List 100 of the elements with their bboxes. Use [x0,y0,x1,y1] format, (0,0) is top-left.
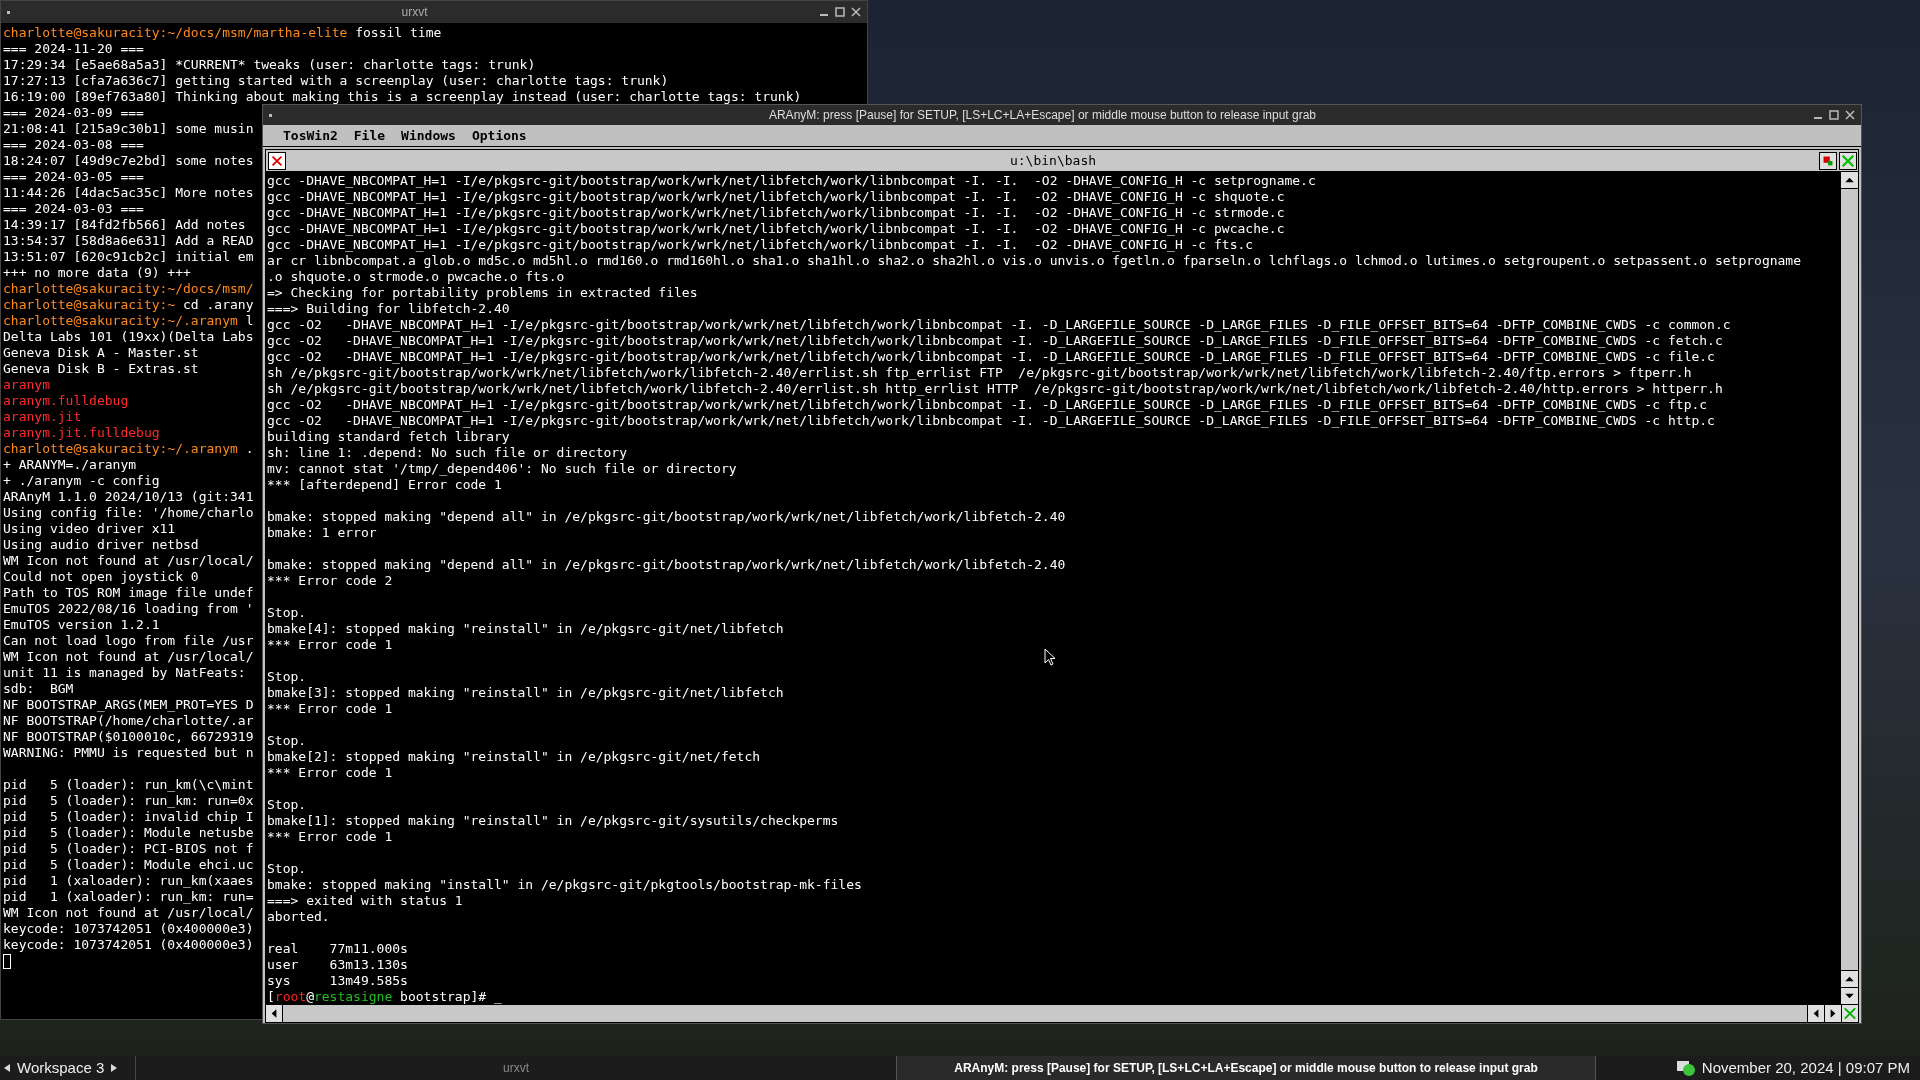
terminal-output: gcc -O2 -DHAVE_NBCOMPAT_H=1 -I/e/pkgsrc-git/bootstrap/work/wrk/net/libfetch/work/libnbcompat -I. -D_LARGEFILE_SOURCE -D_LARGE_FILES -D_FILE_OFFSET_BITS=64 -DFTP_COMBINE_CWDS -c http.c [267,413,1715,428]
close-icon[interactable] [851,7,861,17]
network-status-icon[interactable] [1675,1059,1696,1077]
mouse-pointer-icon [1044,648,1056,666]
terminal-output: *** Error code 1 [267,637,393,652]
horizontal-scrollbar[interactable] [266,1004,1858,1022]
terminal-output: pid 5 (loader): run_km: run=0x [3,793,254,808]
terminal-output: WM Icon not found at /usr/local/ [3,905,254,920]
terminal-output: gcc -DHAVE_NBCOMPAT_H=1 -I/e/pkgsrc-git/bootstrap/work/wrk/net/libfetch/work/libnbcompat -I. -I. -O2 -DHAVE_CONFIG_H -c fts.c [267,237,1254,252]
terminal-output: real 77m11.000s [267,941,408,956]
terminal-output: ar cr libnbcompat.a glob.o md5c.o md5hl.o rmd160.o rmd160hl.o sha1.o sha1hl.o sha2.o sha2hl.o vis.o unvis.o fgetln.o fparseln.o lchflags.o lchmod.o lutimes.o setgroupent.o setpassent.o setprogname [267,253,1802,268]
close-icon[interactable] [1845,110,1855,120]
terminal-output: === 2024-03-03 === [3,201,144,216]
menu-item[interactable]: File [353,125,386,146]
terminal-output: NF BOOTSTRAP(/home/charlotte/.ar [3,713,254,728]
terminal-output: pid 5 (loader): Module ehci.uc [3,857,254,872]
terminal-output: *** Error code 1 [267,829,393,844]
terminal-output: +++ no more data (9) +++ [3,265,191,280]
terminal-output: 11:44:26 [4dac5ac35c] More notes [3,185,254,200]
terminal-output: Using video driver x11 [3,521,176,536]
terminal-output: *** Error code 1 [267,765,393,780]
terminal-output: pid 5 (loader): invalid chip I [3,809,254,824]
terminal-output: NF BOOTSTRAP_ARGS(MEM_PROT=YES D [3,697,254,712]
terminal-output: NF BOOTSTRAP($0100010c, 66729319 [3,729,254,744]
terminal-output: Path to TOS ROM image file undef [3,585,254,600]
terminal-output: 21:08:41 [215a9c30b1] some musin [3,121,254,136]
terminal-output: bmake: stopped making "depend all" in /e/pkgsrc-git/bootstrap/work/wrk/net/libfetch/work/libfetch-2.40 [267,509,1066,524]
terminal-output: Stop. [267,605,307,620]
file-name: aranym.jit.fulldebug [3,425,160,440]
terminal-output: sh /e/pkgsrc-git/bootstrap/work/wrk/net/libfetch/work/libfetch-2.40/errlist.sh ftp_errlist FTP /e/pkgsrc-git/bootstrap/work/wrk/net/libfetch/work/libfetch-2.40/ftp.errors > ftperr.h [267,365,1692,380]
maximize-icon[interactable] [835,7,845,17]
terminal-output: bmake: stopped making "depend all" in /e/pkgsrc-git/bootstrap/work/wrk/net/libfetch/work/libfetch-2.40 [267,557,1066,572]
terminal-output: bmake: 1 error [267,525,377,540]
terminal-output: bmake[4]: stopped making "reinstall" in /e/pkgsrc-git/net/libfetch [267,621,784,636]
shell-prompt: charlotte@sakuracity:~/docs/msm/ [3,281,254,297]
terminal-output: pid 5 (loader): Module netusbe [3,825,254,840]
terminal-output: *** [afterdepend] Error code 1 [267,477,502,492]
terminal-output: pid 1 (xaloader): run_km(xaaes [3,873,254,888]
terminal-output: Stop. [267,669,307,684]
terminal-output: *** Error code 2 [267,573,393,588]
scroll-right-icon[interactable] [1824,1005,1841,1022]
terminal-output: sh /e/pkgsrc-git/bootstrap/work/wrk/net/libfetch/work/libfetch-2.40/errlist.sh http_errlist HTTP /e/pkgsrc-git/bootstrap/work/wrk/net/libfetch/work/libfetch-2.40/http.errors > httperr.h [267,381,1723,396]
terminal-output: gcc -DHAVE_NBCOMPAT_H=1 -I/e/pkgsrc-git/bootstrap/work/wrk/net/libfetch/work/libnbcompat -I. -I. -O2 -DHAVE_CONFIG_H -c setprogname.c [267,173,1316,188]
scroll-down-icon[interactable] [1841,987,1858,1004]
shell-command: fossil time [354,25,442,41]
scroll-left-icon[interactable] [266,1005,283,1022]
terminal-output: unit 11 is managed by NatFeats: [3,665,246,680]
close-icon[interactable] [268,151,286,170]
terminal-output: 13:54:37 [58d8a6e631] Add a READ [3,233,254,248]
iconify-icon[interactable] [1819,151,1837,170]
terminal-output: gcc -O2 -DHAVE_NBCOMPAT_H=1 -I/e/pkgsrc-git/bootstrap/work/wrk/net/libfetch/work/libnbcompat -I. -D_LARGEFILE_SOURCE -D_LARGE_FILES -D_FILE_OFFSET_BITS=64 -DFTP_COMBINE_CWDS -c ftp.c [267,397,1708,412]
menu-item[interactable]: Options [471,125,527,146]
terminal-output: ===> exited with status 1 [267,893,463,908]
terminal-output: user 63m13.130s [267,957,408,972]
shell-command: l [244,313,254,329]
terminal-output: gcc -O2 -DHAVE_NBCOMPAT_H=1 -I/e/pkgsrc-git/bootstrap/work/wrk/net/libfetch/work/libnbcompat -I. -D_LARGEFILE_SOURCE -D_LARGE_FILES -D_FILE_OFFSET_BITS=64 -DFTP_COMBINE_CWDS -c fetch.c [267,333,1723,348]
terminal-output: EmuTOS 2022/08/16 loading from ' [3,601,254,616]
terminal-output: + ./aranym -c config [3,473,160,488]
scroll-up-icon[interactable] [1841,172,1858,189]
terminal-output: gcc -O2 -DHAVE_NBCOMPAT_H=1 -I/e/pkgsrc-git/bootstrap/work/wrk/net/libfetch/work/libnbcompat -I. -D_LARGEFILE_SOURCE -D_LARGE_FILES -D_FILE_OFFSET_BITS=64 -DFTP_COMBINE_CWDS -c common.c [267,317,1731,332]
shell-prompt: charlotte@sakuracity:~/docs/msm/martha-elite [3,25,348,41]
taskbar-task[interactable]: urxvt [136,1056,896,1080]
shell-prompt: charlotte@sakuracity:~/.aranym [3,441,238,457]
window-title: urxvt [401,4,428,21]
menu-item[interactable]: TosWin2 [283,125,338,146]
terminal-output: aborted. [267,909,330,924]
terminal-output: ===> Building for libfetch-2.40 [267,301,510,316]
menu-item[interactable]: Windows [401,125,456,146]
fullscreen-icon[interactable] [1839,151,1857,170]
terminal-output: WM Icon not found at /usr/local/ [3,553,254,568]
terminal-output: Using config file: '/home/charlo [3,505,254,520]
terminal-output: + ARANYM=./aranym [3,457,137,472]
terminal-output: .o shquote.o strmode.o pwcache.o fts.o [267,269,565,284]
terminal-output: === 2024-03-09 === [3,105,144,120]
taskbar-task[interactable]: ARAnyM: press [Pause] for SETUP, [LS+LC+LA+Escape] or middle mouse button to release input grab [896,1056,1596,1080]
resize-icon[interactable] [1841,1005,1858,1022]
terminal-output: EmuTOS version 1.2.1 [3,617,160,632]
terminal-output: gcc -DHAVE_NBCOMPAT_H=1 -I/e/pkgsrc-git/bootstrap/work/wrk/net/libfetch/work/libnbcompat -I. -I. -O2 -DHAVE_CONFIG_H -c pwcache.c [267,221,1285,236]
cursor-block [3,953,11,969]
shell-prompt: [root@restasigne bootstrap]# _ [267,989,502,1004]
vertical-scrollbar[interactable] [1840,172,1858,1004]
terminal-output: keycode: 1073742051 (0x400000e3) [3,937,254,952]
window-menu-icon[interactable] [7,10,10,14]
terminal-output: => Checking for portability problems in extracted files [267,285,698,300]
terminal-output: Can not load logo from file /usr [3,633,254,648]
file-name: aranym.jit [3,409,82,424]
terminal-output: pid 5 (loader): PCI-BIOS not f [3,841,254,856]
previous-workspace-icon[interactable] [4,1064,11,1072]
terminal-output: WARNING: PMMU is requested but n [3,745,254,760]
terminal-output: 16:19:00 [89ef763a80] Thinking about making this is a screenplay instead (user: charlotte tags: trunk) [3,89,802,104]
scroll-up-icon[interactable] [1841,970,1858,987]
maximize-icon[interactable] [1829,110,1839,120]
terminal-output: building standard fetch library [267,429,510,444]
terminal-output: Stop. [267,733,307,748]
next-workspace-icon[interactable] [110,1064,118,1072]
file-name: aranym.fulldebug [3,393,129,408]
scroll-left-icon[interactable] [1807,1005,1824,1022]
window-menu-icon[interactable] [269,113,272,117]
terminal-output: === 2024-03-08 === [3,137,144,152]
terminal-output: 14:39:17 [84fd2fb566] Add notes [3,217,246,232]
